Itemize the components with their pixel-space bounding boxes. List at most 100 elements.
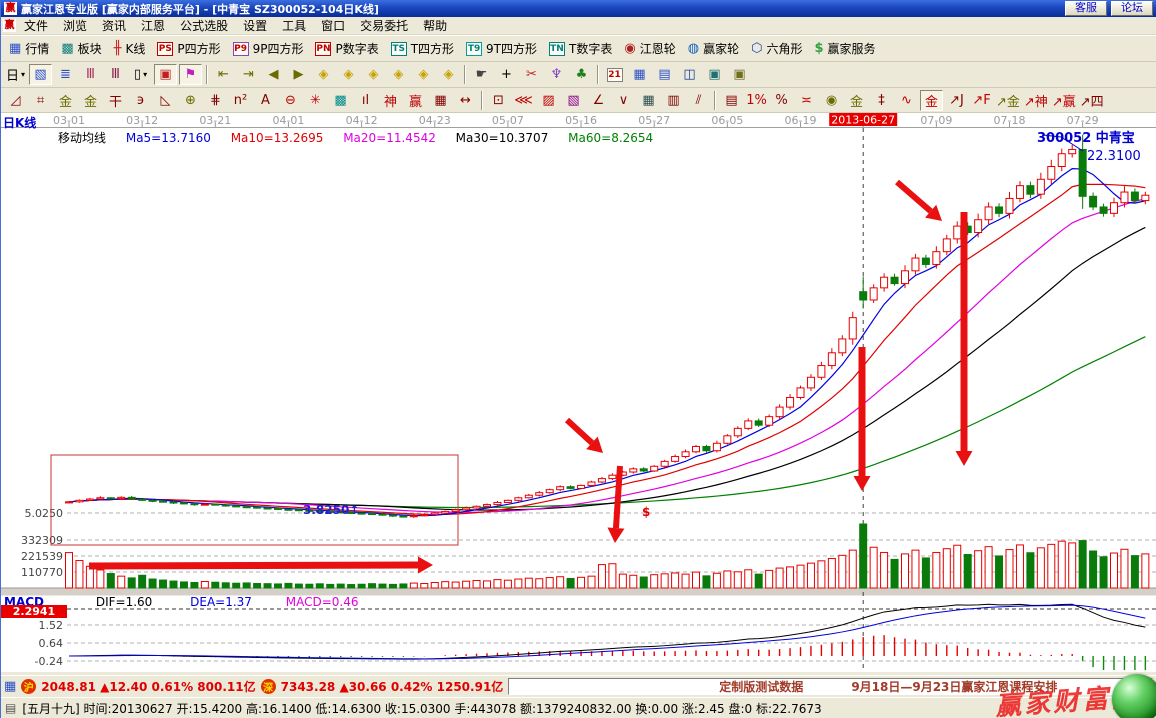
kline-chart-svg[interactable]: 03-0103-1203-2104-0104-1204-2305-0705-16… [1,113,1156,675]
cycle-line-tool[interactable]: ⊖ [279,90,302,111]
next-button[interactable]: ▶ [287,64,310,85]
market-table-icon[interactable]: ▦ [4,679,16,694]
star-tool[interactable]: ✳ [304,90,327,111]
candle-style-selector[interactable]: ▯▾ [129,64,152,85]
a-ruler-tool[interactable]: A [254,90,277,111]
fib-time-tool[interactable]: 干 [104,90,127,111]
color-flag-button[interactable]: ⚑ [179,64,202,85]
expand-x-button[interactable]: ◈ [337,64,360,85]
gann-wheel-button[interactable]: ◉江恩轮 [618,40,681,57]
prev-button[interactable]: ◀ [262,64,285,85]
golden-grid-tool[interactable]: 金 [54,90,77,111]
info-panel-button[interactable]: ≣ [54,64,77,85]
shen-tool[interactable]: 神 [379,90,402,111]
parallel-tool[interactable]: ⫽ [687,90,710,111]
split-3-button[interactable]: Ⅲ [79,64,102,85]
chart-area[interactable]: 03-0103-1203-2104-0104-1204-2305-0705-16… [1,113,1156,675]
shade-tool[interactable]: ▧ [562,90,585,111]
percent-ruler-tool[interactable]: 1% [745,90,768,111]
9p-square-button[interactable]: P99P四方形 [227,40,310,57]
menu-item-5[interactable]: 公式选股 [173,17,235,34]
ying-tool[interactable]: 赢 [404,90,427,111]
table-tool[interactable]: ▦ [429,90,452,111]
menu-item-8[interactable]: 窗口 [314,17,352,34]
pen-tool[interactable]: ‡ [870,90,893,111]
save-button[interactable]: ◫ [678,64,701,85]
grid-tool[interactable]: ⌗ [29,90,52,111]
tick-tool[interactable]: ıl [354,90,377,111]
compass-tool[interactable]: ◿ [4,90,27,111]
angle-ruler-tool[interactable]: ◺ [154,90,177,111]
gold-angle-tool[interactable]: 金 [920,90,943,111]
drag-hand-button[interactable]: ☛ [470,64,493,85]
levels-tool[interactable]: ▤ [720,90,743,111]
remote-data-button[interactable]: ▣ [703,64,726,85]
hatch-tool[interactable]: ▨ [537,90,560,111]
split-9-button[interactable]: Ⅲ [104,64,127,85]
vee-tool[interactable]: ∨ [612,90,635,111]
menu-item-9[interactable]: 交易委托 [353,17,415,34]
kefu-button[interactable]: 客服 [1065,1,1107,16]
gann-grid-tool[interactable]: ⋕ [204,90,227,111]
compress-all-button[interactable]: ◈ [412,64,435,85]
region-select-button[interactable]: ▣ [154,64,177,85]
menu-item-6[interactable]: 设置 [236,17,274,34]
menu-item-3[interactable]: 资讯 [95,17,133,34]
box-tool[interactable]: ⊡ [487,90,510,111]
first-page-button[interactable]: ⇤ [212,64,235,85]
gann-circle-tool[interactable]: ⊕ [179,90,202,111]
four-fan-tool[interactable]: ↗四 [1079,90,1105,111]
measure-button[interactable]: ✂ [520,64,543,85]
menu-item-7[interactable]: 工具 [275,17,313,34]
golden-box-tool[interactable]: 金 [79,90,102,111]
p-table-button[interactable]: PNP数字表 [309,40,384,57]
band-tool[interactable]: ▥ [662,90,685,111]
chart-style-button[interactable]: ▧ [29,64,52,85]
dense-grid-tool[interactable]: ▦ [637,90,660,111]
forum-button[interactable]: 论坛 [1111,1,1153,16]
memo-button[interactable]: ▤ [653,64,676,85]
t-table-button[interactable]: TNT数字表 [543,40,618,57]
winner-ball-logo[interactable] [1112,674,1156,718]
f-angle-tool[interactable]: ↗F [970,90,993,111]
ying-fan-tool[interactable]: ↗赢 [1051,90,1077,111]
angle-line-tool[interactable]: ∠ [587,90,610,111]
expand-y-button[interactable]: ◈ [387,64,410,85]
crosshair-button[interactable]: + [495,64,518,85]
gold-fan-tool[interactable]: ↗金 [995,90,1021,111]
winner-service-button[interactable]: $赢家服务 [808,40,881,57]
9t-square-button[interactable]: T99T四方形 [460,40,543,57]
j-angle-tool[interactable]: ↗J [945,90,968,111]
menu-item-4[interactable]: 江恩 [134,17,172,34]
quotes-button[interactable]: ▦行情 [3,40,55,57]
menu-item-10[interactable]: 帮助 [416,17,454,34]
expand-all-button[interactable]: ◈ [437,64,460,85]
remote-order-button[interactable]: ▣ [728,64,751,85]
status-grid-icon[interactable]: ▤ [5,701,16,715]
span-tool[interactable]: ↔ [454,90,477,111]
gold-circle-tool[interactable]: ◉ [820,90,843,111]
kline-button[interactable]: ╫K线 [108,40,152,57]
gann-tool-purple-button[interactable]: ♆ [545,64,568,85]
calculator-button[interactable]: ▦ [628,64,651,85]
gold-level-tool[interactable]: 金 [845,90,868,111]
period-day-selector[interactable]: 日▾ [4,64,27,85]
percent-tool[interactable]: % [770,90,793,111]
compress-y-button[interactable]: ◈ [362,64,385,85]
n-square-tool[interactable]: n² [229,90,252,111]
p-square-button[interactable]: PSP四方形 [151,40,226,57]
compress-x-button[interactable]: ◈ [312,64,335,85]
t-square-button[interactable]: TST四方形 [385,40,460,57]
last-page-button[interactable]: ⇥ [237,64,260,85]
spiral-tool[interactable]: ϶ [129,90,152,111]
sectors-button[interactable]: ▩板块 [55,40,107,57]
winner-wheel-button[interactable]: ◍赢家轮 [682,40,745,57]
matrix-tool[interactable]: ▩ [329,90,352,111]
hexagon-button[interactable]: ⬡六角形 [745,40,808,57]
shen-fan-tool[interactable]: ↗神 [1023,90,1049,111]
wave-tool[interactable]: ∿ [895,90,918,111]
fan-lines-tool[interactable]: ⋘ [512,90,535,111]
retrace-tool[interactable]: ≍ [795,90,818,111]
menu-item-2[interactable]: 浏览 [56,17,94,34]
menu-item-1[interactable]: 文件 [17,17,55,34]
